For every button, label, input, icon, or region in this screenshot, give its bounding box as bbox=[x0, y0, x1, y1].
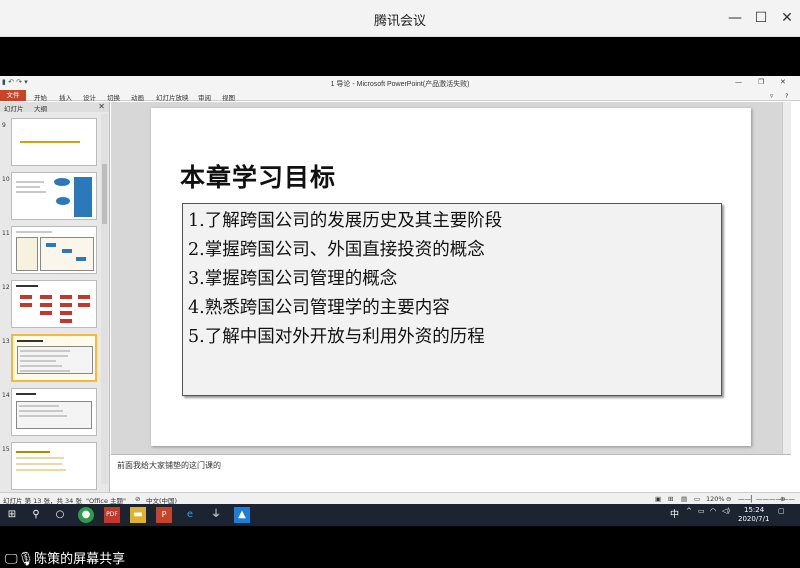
edge-icon[interactable]: e bbox=[182, 507, 198, 523]
tab-design[interactable]: 设计 bbox=[83, 92, 96, 102]
tab-slideshow[interactable]: 幻灯片放映 bbox=[156, 92, 189, 102]
thumb-number: 12 bbox=[2, 284, 10, 291]
task-view-icon[interactable]: ○ bbox=[52, 507, 68, 523]
objective-item: 1.了解跨国公司的发展历史及其主要阶段 bbox=[188, 211, 503, 231]
thumb-number: 10 bbox=[2, 176, 10, 183]
slide-thumbnail[interactable] bbox=[11, 280, 97, 328]
slide-edit-area: 本章学习目标 1.了解跨国公司的发展历史及其主要阶段 2.掌握跨国公司、外国直接… bbox=[111, 102, 791, 454]
usb-icon[interactable]: ⏚ bbox=[208, 507, 224, 523]
tab-review[interactable]: 审阅 bbox=[198, 92, 211, 102]
battery-icon[interactable]: ▭ bbox=[698, 507, 705, 515]
maximize-button[interactable]: ☐ bbox=[750, 8, 772, 28]
tab-file[interactable]: 文件 bbox=[0, 90, 26, 101]
slide-thumbnail[interactable] bbox=[11, 172, 97, 220]
ribbon-collapse-icon[interactable]: ▿ bbox=[770, 92, 773, 100]
ppt-status-bar: 幻灯片 第 13 张，共 34 张 "Office 主题" ⊘ 中文(中国) ▣… bbox=[0, 492, 800, 505]
spellcheck-icon[interactable]: ⊘ bbox=[135, 495, 140, 503]
foxit-icon[interactable]: PDF bbox=[104, 507, 120, 523]
panel-scrollbar[interactable] bbox=[101, 114, 108, 484]
thumb-number: 14 bbox=[2, 392, 10, 399]
panel-tabs: 幻灯片 大纲 ✕ bbox=[0, 102, 109, 113]
screen-share-indicator: 🖵🎙陈策的屏幕共享 bbox=[5, 548, 125, 567]
slide-thumbnail[interactable] bbox=[11, 118, 97, 166]
objective-item: 2.掌握跨国公司、外国直接投资的概念 bbox=[188, 240, 485, 260]
file-explorer-icon[interactable]: ▬ bbox=[130, 507, 146, 523]
tray-chevron-icon[interactable]: ^ bbox=[686, 507, 692, 515]
share-label-text: 陈策的屏幕共享 bbox=[34, 552, 126, 567]
slideshow-view-icon[interactable]: ▭ bbox=[694, 495, 700, 503]
ppt-minimize-icon[interactable]: — bbox=[735, 78, 742, 86]
screen-share-icon: 🖵 bbox=[5, 552, 18, 567]
ppt-window-title: 1 导论 - Microsoft PowerPoint(产品激活失败) bbox=[330, 81, 470, 88]
tab-transitions[interactable]: 切换 bbox=[107, 92, 120, 102]
meeting-bottom-bar: 🖵🎙陈策的屏幕共享 bbox=[0, 526, 800, 568]
notification-icon[interactable]: ▢ bbox=[778, 507, 785, 515]
chrome-icon[interactable]: ● bbox=[78, 507, 94, 523]
panel-scroll-thumb[interactable] bbox=[102, 164, 107, 224]
tab-insert[interactable]: 插入 bbox=[59, 92, 72, 102]
volume-icon[interactable]: ◁) bbox=[722, 507, 730, 515]
help-icon[interactable]: ? bbox=[785, 92, 788, 100]
meeting-title: 腾讯会议 bbox=[373, 14, 426, 29]
thumb-number: 13 bbox=[2, 338, 10, 345]
ribbon-tabs: 文件 开始 插入 设计 切换 动画 幻灯片放映 审阅 视图 ▿ ? bbox=[0, 90, 800, 102]
thumb-number: 9 bbox=[2, 122, 6, 129]
clock-time[interactable]: 15:24 bbox=[744, 506, 764, 514]
zoom-level[interactable]: 120% bbox=[706, 495, 725, 503]
sorter-view-icon[interactable]: ⊞ bbox=[668, 495, 673, 503]
microphone-icon[interactable]: 🎙 bbox=[18, 552, 35, 567]
powerpoint-icon[interactable]: P bbox=[156, 507, 172, 523]
ppt-close-icon[interactable]: ✕ bbox=[780, 78, 786, 86]
meeting-titlebar: 腾讯会议 — ☐ ✕ bbox=[0, 0, 800, 37]
minimize-button[interactable]: — bbox=[724, 8, 746, 28]
tab-outline[interactable]: 大纲 bbox=[34, 103, 47, 113]
slides-panel: 幻灯片 大纲 ✕ 9 10 11 12 13 14 15 bbox=[0, 102, 110, 492]
panel-close-icon[interactable]: ✕ bbox=[98, 102, 105, 111]
black-band bbox=[0, 37, 800, 76]
objective-item: 5.了解中国对外开放与利用外资的历程 bbox=[188, 327, 485, 347]
search-icon[interactable]: ⚲ bbox=[28, 507, 44, 523]
tab-home[interactable]: 开始 bbox=[34, 92, 47, 102]
windows-taskbar: ⊞ ⚲ ○ ● PDF ▬ P e ⏚ ▲ 中 ^ ▭ ◠ ◁) 15:24 2… bbox=[0, 504, 800, 526]
objectives-textbox[interactable]: 1.了解跨国公司的发展历史及其主要阶段 2.掌握跨国公司、外国直接投资的概念 3… bbox=[182, 203, 722, 396]
clock-date[interactable]: 2020/7/1 bbox=[738, 515, 769, 523]
slide-thumbnail[interactable] bbox=[11, 442, 97, 490]
slide-title[interactable]: 本章学习目标 bbox=[180, 158, 336, 194]
current-slide[interactable]: 本章学习目标 1.了解跨国公司的发展历史及其主要阶段 2.掌握跨国公司、外国直接… bbox=[151, 108, 751, 446]
tencent-meeting-icon[interactable]: ▲ bbox=[234, 507, 250, 523]
start-icon[interactable]: ⊞ bbox=[4, 507, 20, 523]
notes-pane[interactable]: 前面我给大家铺垫的这门课的 bbox=[111, 454, 791, 492]
objective-item: 4.熟悉跨国公司管理学的主要内容 bbox=[188, 298, 450, 318]
zoom-slider[interactable]: ——▏—————— bbox=[738, 495, 795, 503]
objective-item: 3.掌握跨国公司管理的概念 bbox=[188, 269, 398, 289]
close-button[interactable]: ✕ bbox=[776, 8, 798, 28]
zoom-out-icon[interactable]: ⊖ bbox=[726, 495, 731, 503]
tab-slides[interactable]: 幻灯片 bbox=[4, 103, 24, 113]
normal-view-icon[interactable]: ▣ bbox=[655, 495, 661, 503]
ppt-titlebar: ▮ ↶ ↷ ▾ 1 导论 - Microsoft PowerPoint(产品激活… bbox=[0, 76, 800, 90]
ime-indicator[interactable]: 中 bbox=[670, 507, 679, 520]
slide-thumbnail-selected[interactable] bbox=[11, 334, 97, 382]
slide-scrollbar[interactable] bbox=[782, 102, 791, 454]
reading-view-icon[interactable]: ▤ bbox=[681, 495, 687, 503]
ppt-restore-icon[interactable]: ❐ bbox=[758, 78, 764, 86]
tab-view[interactable]: 视图 bbox=[222, 92, 235, 102]
network-icon[interactable]: ◠ bbox=[710, 507, 716, 515]
slide-thumbnail[interactable] bbox=[11, 388, 97, 436]
tab-animations[interactable]: 动画 bbox=[131, 92, 144, 102]
shared-screen: ▮ ↶ ↷ ▾ 1 导论 - Microsoft PowerPoint(产品激活… bbox=[0, 76, 800, 526]
thumb-number: 15 bbox=[2, 446, 10, 453]
slide-thumbnail[interactable] bbox=[11, 226, 97, 274]
notes-text: 前面我给大家铺垫的这门课的 bbox=[117, 461, 221, 470]
thumb-number: 11 bbox=[2, 230, 10, 237]
zoom-in-icon[interactable]: ⊕ bbox=[780, 495, 785, 503]
